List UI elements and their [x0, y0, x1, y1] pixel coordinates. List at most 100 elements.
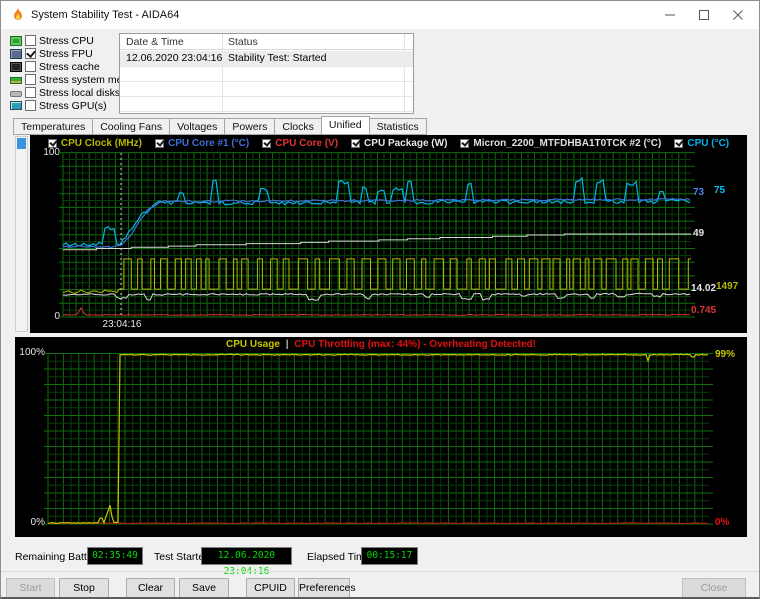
- legend-item-cpu-core1-temp: CPU Core #1 (°C): [155, 138, 249, 149]
- usage-chart-title: CPU Usage | CPU Throttling (max: 44%) - …: [15, 339, 747, 350]
- tab-temperatures[interactable]: Temperatures: [13, 118, 94, 135]
- stress-cache-checkbox[interactable]: [25, 61, 36, 72]
- stress-cpu-label: Stress CPU: [39, 34, 94, 47]
- table-grid-line: [120, 96, 413, 97]
- minimize-button[interactable]: [653, 1, 687, 29]
- legend-checkbox-cpu-temp[interactable]: [674, 139, 684, 148]
- save-button[interactable]: Save: [179, 578, 229, 597]
- table-grid-line: [120, 111, 413, 112]
- footer-divider: [1, 571, 759, 572]
- preferences-button[interactable]: Preferences: [298, 578, 356, 597]
- legend-label-cpu-core1-temp: CPU Core #1 (°C): [168, 138, 250, 149]
- stress-fpu-label: Stress FPU: [39, 47, 93, 60]
- legend-label-cpu-temp: CPU (°C): [687, 138, 730, 149]
- maximize-button[interactable]: [687, 1, 721, 29]
- table-header: Date & Time Status: [120, 34, 413, 50]
- tab-clocks[interactable]: Clocks: [275, 118, 322, 135]
- gpu-icon: [10, 101, 22, 110]
- unified-chart-panel: CPU Clock (MHz) CPU Core #1 (°C) CPU Cor…: [30, 135, 747, 333]
- legend-label-cpu-core-v: CPU Core (V): [275, 138, 339, 149]
- legend-checkbox-cpu-core1-temp[interactable]: [155, 139, 164, 148]
- x-axis-time-label: 23:04:16: [102, 319, 142, 330]
- stress-gpu-checkbox[interactable]: [25, 100, 36, 111]
- column-header-status: Status: [228, 36, 258, 48]
- tab-powers[interactable]: Powers: [225, 118, 276, 135]
- value-label-cpu-core1-temp: 73: [693, 187, 705, 198]
- window-title: System Stability Test - AIDA64: [31, 9, 180, 21]
- usage-current-label: 99%: [715, 349, 736, 360]
- cpuid-button[interactable]: CPUID: [246, 578, 295, 597]
- column-divider: [404, 34, 405, 113]
- chart-legend: CPU Clock (MHz) CPU Core #1 (°C) CPU Cor…: [30, 137, 747, 150]
- stress-cpu-checkbox[interactable]: [25, 35, 36, 46]
- stress-fpu-checkbox[interactable]: [25, 48, 36, 59]
- legend-item-cpu-clock: CPU Clock (MHz): [47, 138, 142, 149]
- close-window-button[interactable]: [721, 1, 755, 29]
- log-datetime-cell: 12.06.2020 23:04:16: [126, 52, 223, 64]
- elapsed-time-value: 00:15:17: [361, 547, 418, 565]
- memory-icon: [10, 77, 22, 84]
- column-divider: [222, 34, 223, 113]
- legend-checkbox-micron-temp[interactable]: [460, 139, 470, 148]
- column-header-datetime: Date & Time: [126, 36, 184, 48]
- usage-y-min-label: 0%: [30, 517, 45, 528]
- remaining-battery-value: 02:35:49: [87, 547, 143, 565]
- start-button[interactable]: Start: [6, 578, 55, 597]
- value-label-cpu-clock: 1497: [716, 281, 739, 292]
- maximize-icon: [699, 10, 709, 20]
- cpu-icon: [10, 35, 22, 46]
- disk-icon: [10, 90, 22, 97]
- table-grid-line: [120, 81, 413, 82]
- app-flame-icon: [14, 7, 22, 20]
- unified-chart: [59, 152, 695, 318]
- cache-icon: [10, 61, 22, 72]
- chart-vertical-scrollbar[interactable]: [15, 136, 28, 332]
- value-label-cpu-package: 14.02: [691, 283, 717, 294]
- value-label-cpu-core-v: 0.745: [691, 305, 717, 316]
- y-axis-min-label: 0: [54, 311, 60, 322]
- usage-y-max-label: 100%: [19, 347, 45, 358]
- usage-title-text: CPU Usage: [226, 339, 280, 350]
- throttling-warning-text: CPU Throttling (max: 44%) - Overheating …: [294, 339, 536, 350]
- legend-item-micron-temp: Micron_2200_MTFDHBA1T0TCK #2 (°C): [460, 138, 661, 149]
- tab-voltages[interactable]: Voltages: [170, 118, 226, 135]
- legend-item-cpu-package: CPU Package (W): [351, 138, 447, 149]
- scrollbar-thumb[interactable]: [17, 138, 26, 149]
- tab-unified[interactable]: Unified: [320, 116, 370, 135]
- close-icon: [733, 10, 743, 20]
- legend-label-cpu-package: CPU Package (W): [364, 138, 448, 149]
- tab-statistics[interactable]: Statistics: [369, 118, 427, 135]
- legend-checkbox-cpu-core-v[interactable]: [262, 139, 272, 148]
- legend-checkbox-cpu-package[interactable]: [351, 139, 361, 148]
- legend-label-cpu-clock: CPU Clock (MHz): [60, 138, 142, 149]
- fpu-icon: [10, 48, 22, 59]
- legend-label-micron-temp: Micron_2200_MTFDHBA1T0TCK #2 (°C): [473, 138, 662, 149]
- value-label-cpu-temp: 75: [714, 185, 726, 196]
- usage-chart: [44, 353, 713, 525]
- stress-disks-checkbox[interactable]: [25, 87, 36, 98]
- stress-gpu-label: Stress GPU(s): [39, 99, 107, 112]
- minimize-icon: [665, 14, 675, 16]
- usage-chart-panel: CPU Usage | CPU Throttling (max: 44%) - …: [15, 337, 747, 537]
- stress-disks-label: Stress local disks: [39, 86, 121, 99]
- stress-memory-checkbox[interactable]: [25, 74, 36, 85]
- stress-cache-label: Stress cache: [39, 60, 100, 73]
- title-separator: |: [285, 339, 289, 350]
- title-bar: System Stability Test - AIDA64: [1, 1, 759, 29]
- stop-button[interactable]: Stop: [59, 578, 109, 597]
- sensor-tabs: Temperatures Cooling Fans Voltages Power…: [13, 116, 427, 135]
- legend-item-cpu-temp: CPU (°C): [674, 138, 729, 149]
- log-status-cell: Stability Test: Started: [228, 52, 327, 64]
- app-window: System Stability Test - AIDA64 Stress CP…: [0, 0, 760, 599]
- table-row[interactable]: 12.06.2020 23:04:16 Stability Test: Star…: [120, 51, 413, 66]
- throttling-current-label: 0%: [715, 517, 730, 528]
- close-button[interactable]: Close: [682, 578, 746, 597]
- value-label-micron-temp: 49: [693, 228, 705, 239]
- clear-button[interactable]: Clear: [126, 578, 175, 597]
- event-log-table: Date & Time Status 12.06.2020 23:04:16 S…: [119, 33, 414, 114]
- table-grid-line: [120, 66, 413, 67]
- test-started-value: 12.06.2020 23:04:16: [201, 547, 292, 577]
- legend-item-cpu-core-v: CPU Core (V): [262, 138, 338, 149]
- tab-cooling-fans[interactable]: Cooling Fans: [93, 118, 171, 135]
- y-axis-max-label: 100: [43, 147, 60, 158]
